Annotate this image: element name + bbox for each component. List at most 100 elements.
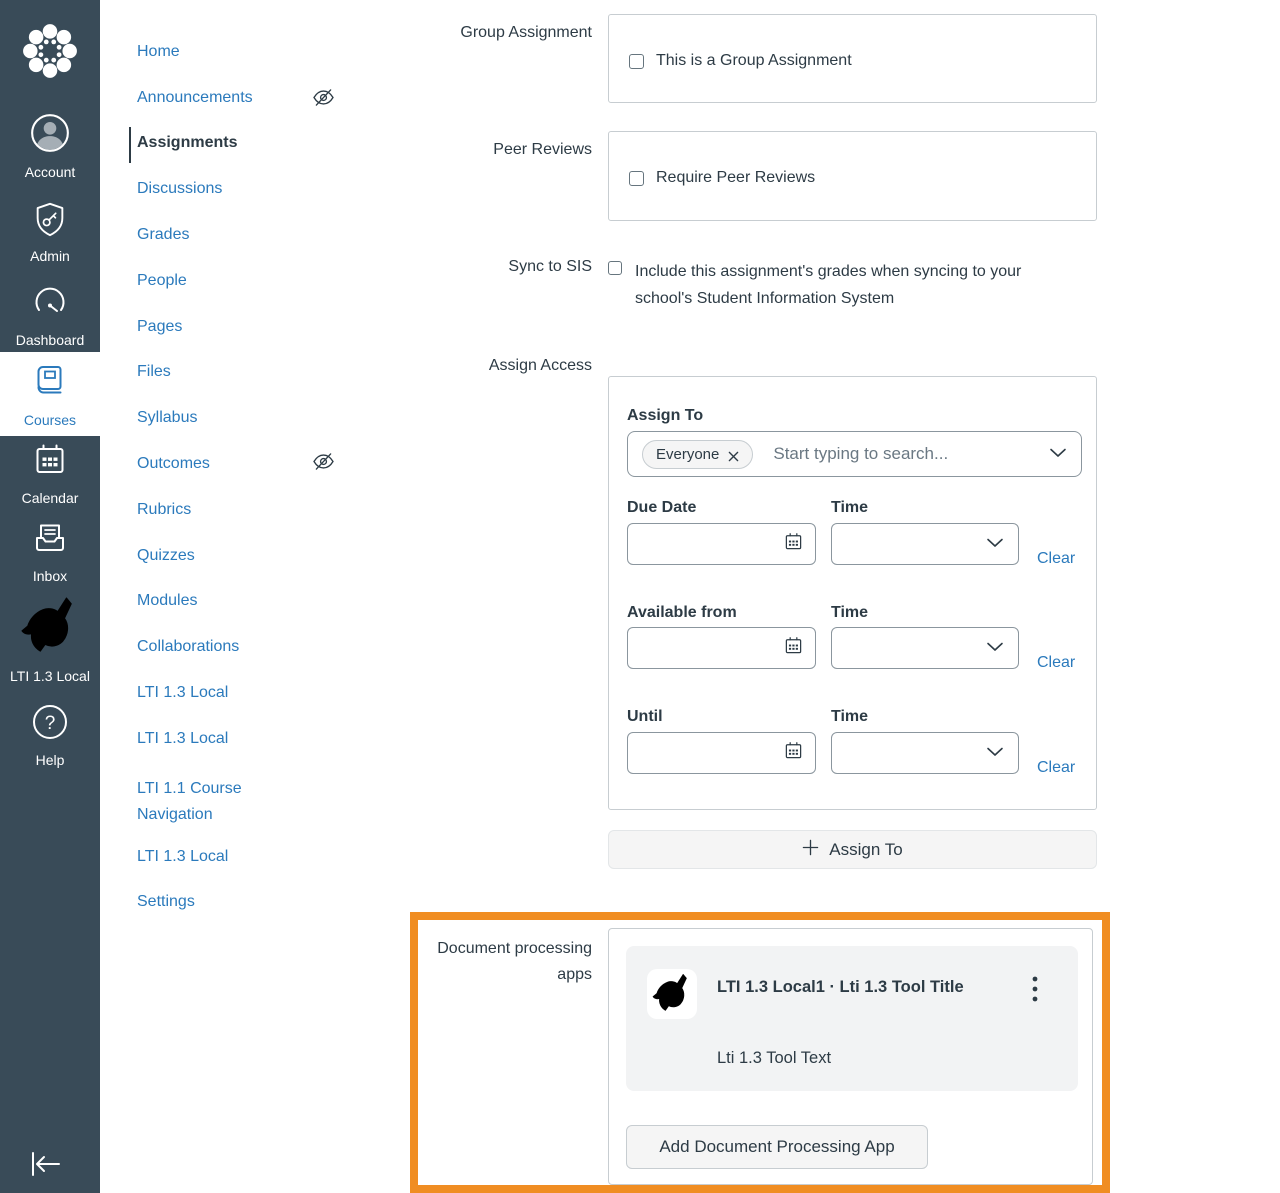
hidden-eye-icon bbox=[312, 88, 335, 106]
sidebar-item-calendar[interactable]: Calendar bbox=[0, 440, 100, 506]
calendar-icon[interactable] bbox=[784, 532, 803, 556]
lti-app-title: LTI 1.3 Local1 · Lti 1.3 Tool Title bbox=[717, 978, 964, 996]
calendar-icon[interactable] bbox=[784, 741, 803, 765]
assign-access-label: Assign Access bbox=[488, 357, 592, 374]
until-label: Until bbox=[627, 708, 663, 725]
admin-shield-icon bbox=[31, 200, 69, 243]
group-assignment-label: Group Assignment bbox=[460, 24, 592, 41]
course-nav-pages[interactable]: Pages bbox=[137, 318, 182, 336]
until-time-select[interactable] bbox=[831, 732, 1019, 774]
due-date-label: Due Date bbox=[627, 499, 697, 516]
sidebar-item-help[interactable]: ? Help bbox=[0, 702, 100, 768]
sidebar-item-admin[interactable]: Admin bbox=[0, 200, 100, 264]
course-nav-files[interactable]: Files bbox=[137, 363, 171, 381]
course-nav-outcomes[interactable]: Outcomes bbox=[137, 455, 210, 473]
course-nav-settings[interactable]: Settings bbox=[137, 893, 195, 911]
courses-book-icon bbox=[30, 362, 70, 407]
sidebar-item-courses[interactable]: Courses bbox=[0, 352, 100, 436]
course-nav-lti13-3[interactable]: LTI 1.3 Local bbox=[137, 848, 228, 866]
add-document-processing-app-label: Add Document Processing App bbox=[659, 1137, 895, 1156]
plus-icon bbox=[802, 839, 819, 861]
due-time-select[interactable] bbox=[831, 523, 1019, 565]
lti-app-text: Lti 1.3 Tool Text bbox=[717, 1049, 832, 1067]
sidebar-item-label: Inbox bbox=[32, 568, 68, 584]
chevron-down-icon bbox=[986, 744, 1004, 762]
available-time-select[interactable] bbox=[831, 627, 1019, 669]
group-assignment-checkbox[interactable] bbox=[629, 53, 644, 69]
course-nav-quizzes[interactable]: Quizzes bbox=[137, 547, 195, 565]
add-assign-to-button[interactable]: Assign To bbox=[608, 830, 1097, 869]
document-processing-apps-label: Document processing apps bbox=[437, 940, 592, 983]
account-icon bbox=[29, 112, 71, 159]
sidebar-item-label: Account bbox=[24, 164, 76, 180]
due-date-input[interactable] bbox=[627, 523, 816, 565]
dashboard-gauge-icon bbox=[30, 282, 70, 327]
sidebar-item-label: LTI 1.3 Local bbox=[10, 668, 90, 684]
inbox-icon bbox=[30, 518, 70, 563]
assign-to-search-input[interactable] bbox=[773, 444, 1029, 464]
add-document-processing-app-button[interactable]: Add Document Processing App bbox=[626, 1125, 928, 1169]
assign-to-combobox[interactable]: Everyone bbox=[627, 431, 1082, 477]
canvas-logo-icon[interactable] bbox=[21, 22, 79, 80]
sidebar-item-account[interactable]: Account bbox=[0, 112, 100, 180]
course-nav-announcements[interactable]: Announcements bbox=[137, 89, 253, 107]
assign-access-box: Assign To Everyone Due Date Time bbox=[608, 376, 1097, 810]
global-nav: Account Admin Dashboard Courses Calendar… bbox=[0, 0, 100, 1193]
peer-reviews-checkbox[interactable] bbox=[629, 170, 644, 186]
sidebar-item-inbox[interactable]: Inbox bbox=[0, 518, 100, 584]
hidden-eye-icon bbox=[312, 452, 335, 470]
until-clear-link[interactable]: Clear bbox=[1037, 759, 1075, 777]
course-nav-lti13-1[interactable]: LTI 1.3 Local bbox=[137, 684, 228, 702]
add-assign-to-button-label: Assign To bbox=[829, 839, 903, 859]
course-nav-modules[interactable]: Modules bbox=[137, 592, 197, 610]
time-label: Time bbox=[831, 708, 869, 725]
course-nav-home[interactable]: Home bbox=[137, 43, 180, 61]
course-nav-collaborations[interactable]: Collaborations bbox=[137, 638, 239, 656]
course-nav-lti13-2[interactable]: LTI 1.3 Local bbox=[137, 730, 228, 748]
time-label: Time bbox=[831, 604, 869, 621]
unicorn-icon bbox=[647, 969, 697, 1019]
due-clear-link[interactable]: Clear bbox=[1037, 550, 1075, 568]
course-nav-syllabus[interactable]: Syllabus bbox=[137, 409, 197, 427]
available-clear-link[interactable]: Clear bbox=[1037, 654, 1075, 672]
assign-to-heading: Assign To bbox=[627, 407, 704, 424]
document-processing-card: LTI 1.3 Local1 · Lti 1.3 Tool Title Lti … bbox=[608, 928, 1093, 1185]
sidebar-item-label: Calendar bbox=[21, 490, 79, 506]
sidebar-item-label: Dashboard bbox=[15, 332, 85, 348]
sidebar-item-label: Admin bbox=[30, 248, 70, 264]
available-from-label: Available from bbox=[627, 604, 737, 621]
everyone-tag-label: Everyone bbox=[656, 445, 720, 463]
everyone-tag[interactable]: Everyone bbox=[642, 439, 754, 469]
peer-reviews-box: Require Peer Reviews bbox=[608, 131, 1097, 221]
collapse-nav-icon[interactable] bbox=[26, 1148, 66, 1180]
calendar-icon[interactable] bbox=[784, 636, 803, 660]
course-nav-lti11-course-navigation[interactable]: LTI 1.1 Course Navigation bbox=[137, 776, 277, 828]
peer-reviews-checkbox-label: Require Peer Reviews bbox=[656, 169, 816, 186]
group-assignment-box: This is a Group Assignment bbox=[608, 14, 1097, 103]
sidebar-item-lti-13-local[interactable]: LTI 1.3 Local bbox=[0, 596, 100, 684]
chevron-down-icon bbox=[986, 639, 1004, 657]
sidebar-item-label: Courses bbox=[23, 412, 77, 428]
until-input[interactable] bbox=[627, 732, 816, 774]
kebab-menu-icon[interactable] bbox=[1024, 976, 1046, 1002]
calendar-icon bbox=[30, 440, 70, 485]
course-nav-grades[interactable]: Grades bbox=[137, 226, 189, 244]
time-label: Time bbox=[831, 499, 869, 516]
course-nav-people[interactable]: People bbox=[137, 272, 187, 290]
canvas-assignment-edit-page: Account Admin Dashboard Courses Calendar… bbox=[0, 0, 1280, 1193]
chevron-down-icon[interactable] bbox=[1049, 445, 1067, 463]
sidebar-item-dashboard[interactable]: Dashboard bbox=[0, 282, 100, 348]
course-nav-discussions[interactable]: Discussions bbox=[137, 180, 222, 198]
group-assignment-checkbox-label: This is a Group Assignment bbox=[656, 52, 852, 69]
peer-reviews-label: Peer Reviews bbox=[493, 141, 592, 158]
svg-text:?: ? bbox=[45, 713, 56, 734]
available-from-input[interactable] bbox=[627, 627, 816, 669]
remove-tag-icon[interactable] bbox=[728, 449, 739, 461]
help-icon: ? bbox=[30, 702, 70, 747]
course-nav-assignments[interactable]: Assignments bbox=[137, 134, 237, 152]
sync-to-sis-checkbox[interactable] bbox=[608, 261, 622, 275]
sync-to-sis-checkbox-label: Include this assignment's grades when sy… bbox=[635, 263, 1022, 307]
sync-to-sis-label: Sync to SIS bbox=[508, 258, 592, 275]
course-nav-rubrics[interactable]: Rubrics bbox=[137, 501, 191, 519]
active-item-indicator bbox=[129, 127, 131, 163]
